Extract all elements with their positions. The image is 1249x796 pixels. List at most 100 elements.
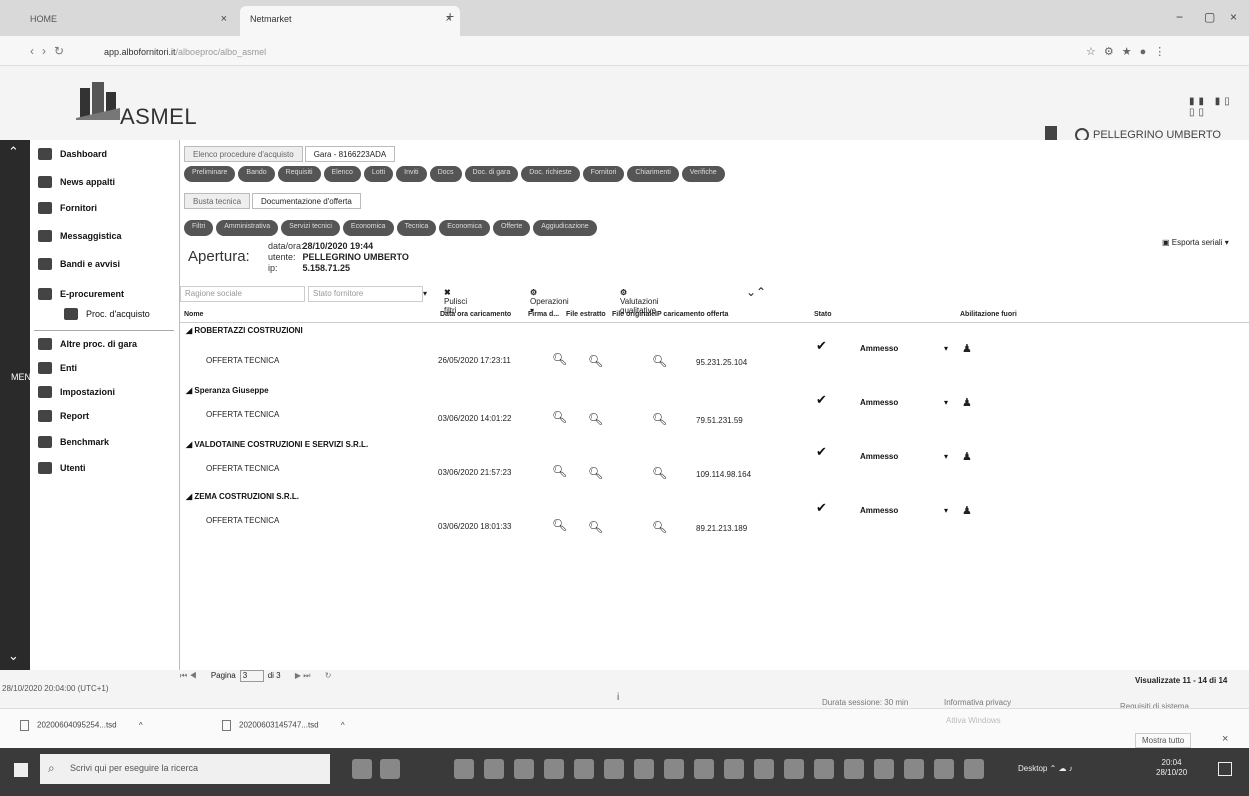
search-icon[interactable]: 🔍︎ — [652, 466, 667, 480]
stato-select[interactable]: Ammesso ▾ — [838, 344, 956, 360]
sidebar-item-report[interactable]: Report — [38, 410, 178, 432]
pill-requisiti[interactable]: Requisiti — [277, 166, 321, 182]
tab-busta-tecnica[interactable]: Busta tecnica — [184, 193, 251, 209]
pill-economica[interactable]: Economica — [342, 220, 394, 236]
stato-filter[interactable]: Stato fornitore — [308, 286, 423, 302]
search-input[interactable]: Ragione sociale — [180, 286, 305, 302]
pill-amministrativa[interactable]: Amministrativa — [216, 220, 279, 236]
expand-collapse-icon[interactable]: ⌄⌃ — [746, 285, 766, 299]
search-icon[interactable]: 🔍︎ — [588, 520, 603, 534]
table-row[interactable]: OFFERTA TECNICA 03/06/2020 14:01:22 🔍︎ 🔍… — [180, 406, 1249, 428]
app-icon[interactable] — [694, 759, 714, 779]
prev-page-icon[interactable]: ◀ — [189, 671, 196, 680]
nav-buttons[interactable]: ‹›↻ — [30, 44, 72, 58]
page-input[interactable]: 3 — [239, 670, 264, 682]
pill-filtri[interactable]: Filtri — [184, 220, 214, 236]
taskbar-search[interactable]: ⌕ Scrivi qui per eseguire la ricerca — [40, 754, 330, 784]
pill-elenco[interactable]: Elenco — [323, 166, 361, 182]
chrome-icon[interactable] — [514, 759, 534, 779]
privacy-link[interactable]: Informativa privacy — [944, 698, 1011, 707]
density-toggle[interactable]: ▮▮ ▮▯ ▯▯ — [1189, 96, 1249, 118]
chevron-up-icon[interactable]: ^ — [139, 721, 143, 730]
search-icon[interactable]: 🔍︎ — [652, 412, 667, 426]
notifications-icon[interactable] — [1218, 762, 1232, 776]
sidebar-item-fornitori[interactable]: Fornitori — [38, 202, 178, 224]
browser-tab-home[interactable]: HOME × — [20, 6, 235, 36]
app-icon[interactable] — [934, 759, 954, 779]
explorer-icon[interactable] — [484, 759, 504, 779]
info-icon[interactable]: i — [617, 692, 619, 703]
group-header[interactable]: ◢ Speranza Giuseppe — [186, 386, 269, 395]
app-icon[interactable] — [814, 759, 834, 779]
browser-toolbar-icons[interactable]: ☆⚙★●⋮ — [1086, 45, 1173, 58]
close-window-icon[interactable]: × — [1230, 10, 1237, 24]
close-icon[interactable]: × — [1222, 733, 1228, 745]
sidebar-item-benchmark[interactable]: Benchmark — [38, 436, 178, 458]
pill-doc-richieste[interactable]: Doc. richieste — [521, 166, 580, 182]
group-header[interactable]: ◢ ZEMA COSTRUZIONI S.R.L. — [186, 492, 299, 501]
edge-icon[interactable] — [454, 759, 474, 779]
app-icon[interactable] — [844, 759, 864, 779]
search-icon[interactable]: 🔍︎ — [652, 520, 667, 534]
chevron-up-icon[interactable]: ⌃ — [8, 144, 19, 160]
enable-user-icon[interactable]: ♟ — [962, 396, 972, 409]
maximize-icon[interactable]: ▢ — [1204, 10, 1215, 24]
enable-user-icon[interactable]: ♟ — [962, 342, 972, 355]
app-icon[interactable] — [724, 759, 744, 779]
stato-select[interactable]: Ammesso ▾ — [838, 452, 956, 468]
url-field[interactable]: app.albofornitori.it/alboeproc/albo_asme… — [104, 47, 266, 57]
refresh-icon[interactable]: ↻ — [325, 671, 332, 680]
sidebar-item-impostazioni[interactable]: Impostazioni — [38, 386, 178, 408]
app-icon[interactable] — [874, 759, 894, 779]
pill-chiarimenti[interactable]: Chiarimenti — [627, 166, 679, 182]
close-icon[interactable]: × — [221, 13, 227, 25]
download-item[interactable]: 20200603145747...tsd ^ — [222, 720, 345, 731]
pill-preliminare[interactable]: Preliminare — [184, 166, 236, 182]
show-all-button[interactable]: Mostra tutto — [1135, 733, 1192, 748]
task-view-icon[interactable] — [380, 759, 400, 779]
download-item[interactable]: 20200604095254...tsd ^ — [20, 720, 143, 731]
browser-tab-netmarket[interactable]: Netmarket × — [240, 6, 460, 36]
search-icon[interactable]: 🔍︎ — [552, 518, 567, 532]
app-icon[interactable] — [754, 759, 774, 779]
sidebar-item-dashboard[interactable]: Dashboard — [38, 148, 178, 170]
table-row[interactable]: OFFERTA TECNICA 03/06/2020 18:01:33 🔍︎ 🔍… — [180, 512, 1249, 534]
chevron-down-icon[interactable]: ▾ — [423, 289, 427, 298]
app-icon[interactable] — [784, 759, 804, 779]
pill-fornitori[interactable]: Fornitori — [582, 166, 625, 182]
tab-gara[interactable]: Gara - 8166223ADA — [304, 146, 396, 162]
app-icon[interactable] — [664, 759, 684, 779]
enable-user-icon[interactable]: ♟ — [962, 504, 972, 517]
app-icon[interactable] — [574, 759, 594, 779]
sidebar-item-altre-proc[interactable]: Altre proc. di gara — [38, 338, 178, 360]
cortana-icon[interactable] — [352, 759, 372, 779]
first-page-icon[interactable]: ⏮ — [180, 671, 187, 680]
app-icon[interactable] — [964, 759, 984, 779]
stato-select[interactable]: Ammesso ▾ — [838, 398, 956, 414]
group-header[interactable]: ◢ VALDOTAINE COSTRUZIONI E SERVIZI S.R.L… — [186, 440, 368, 449]
app-icon[interactable] — [604, 759, 624, 779]
pill-offerte[interactable]: Offerte — [492, 220, 531, 236]
sidebar-item-bandi[interactable]: Bandi e avvisi — [38, 258, 178, 280]
pill-lotti[interactable]: Lotti — [363, 166, 394, 182]
sidebar-item-e-procurement[interactable]: E-procurement — [38, 288, 178, 310]
taskbar-clock[interactable]: 20:04 28/10/20 — [1156, 758, 1187, 778]
search-icon[interactable]: 🔍︎ — [588, 354, 603, 368]
table-row[interactable]: OFFERTA TECNICA 03/06/2020 21:57:23 🔍︎ 🔍… — [180, 460, 1249, 482]
windows-start-icon[interactable] — [14, 763, 28, 777]
sidebar-item-enti[interactable]: Enti — [38, 362, 178, 384]
chevron-down-icon[interactable]: ⌄ — [8, 648, 19, 664]
pill-bando[interactable]: Bando — [238, 166, 275, 182]
pill-tecnica[interactable]: Tecnica — [396, 220, 437, 236]
menu-strip[interactable]: ⌃ MENU ⌄ — [0, 140, 38, 670]
search-icon[interactable]: 🔍︎ — [652, 354, 667, 368]
enable-user-icon[interactable]: ♟ — [962, 450, 972, 463]
stato-select[interactable]: Ammesso ▾ — [838, 506, 956, 522]
table-row[interactable]: OFFERTA TECNICA 26/05/2020 17:23:11 🔍︎ 🔍… — [180, 352, 1249, 374]
minimize-icon[interactable]: − — [1176, 10, 1183, 24]
pill-verifiche[interactable]: Verifiche — [681, 166, 725, 182]
search-icon[interactable]: 🔍︎ — [588, 466, 603, 480]
pill-servizi-tecnici[interactable]: Servizi tecnici — [281, 220, 340, 236]
next-page-icon[interactable]: ▶ — [295, 671, 301, 680]
export-button[interactable]: ▣ Esporta seriali ▾ — [1162, 238, 1229, 247]
